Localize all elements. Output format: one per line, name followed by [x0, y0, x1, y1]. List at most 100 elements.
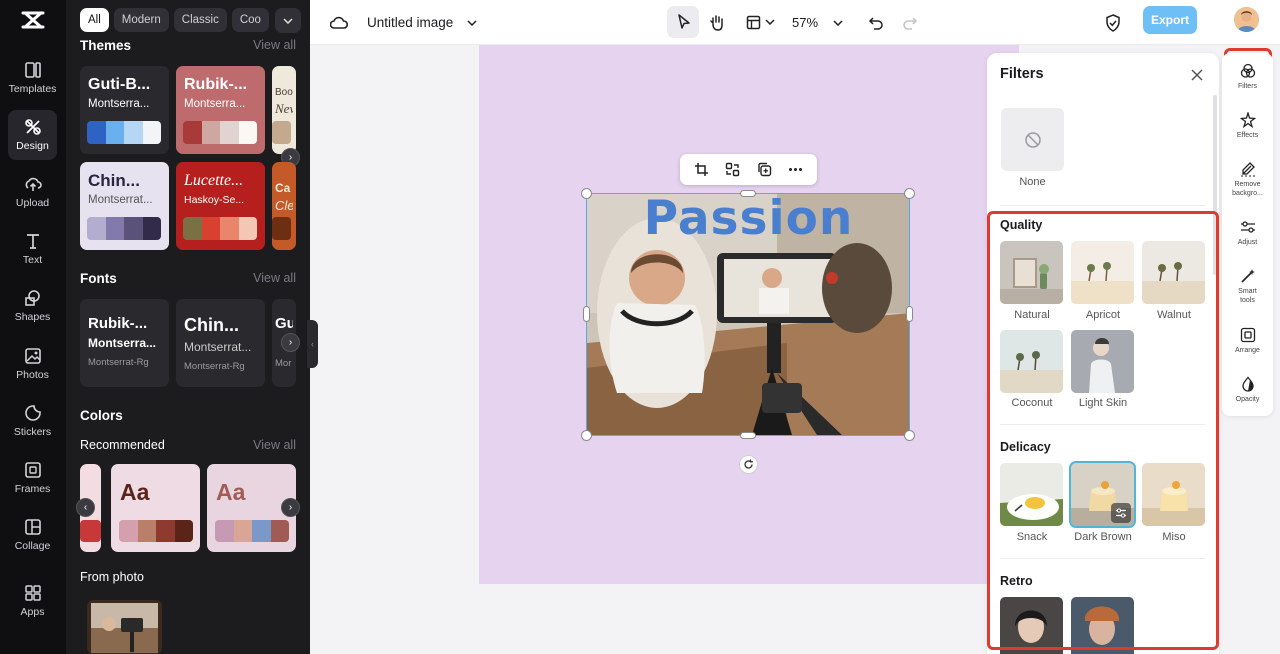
- resize-handle-top-right[interactable]: [904, 188, 915, 199]
- theme-card[interactable]: Rubik-... Montserra...: [176, 66, 265, 154]
- theme-swatches: [183, 217, 257, 240]
- from-photo-label: From photo: [80, 570, 144, 584]
- remove-background-icon: [1240, 162, 1255, 177]
- tool-filters[interactable]: Filters: [1222, 63, 1273, 92]
- duplicate-icon[interactable]: [757, 162, 772, 177]
- rail-item-photos[interactable]: Photos: [8, 339, 57, 389]
- theme-swatches: [87, 121, 161, 144]
- photos-icon: [24, 348, 41, 364]
- rotate-handle[interactable]: [739, 455, 758, 474]
- more-options-icon[interactable]: [788, 162, 803, 177]
- rail-item-stickers[interactable]: Stickers: [8, 396, 57, 446]
- zoom-level[interactable]: 57%: [792, 0, 818, 45]
- theme-card[interactable]: Lucette... Haskoy-Se...: [176, 162, 265, 250]
- layout-button[interactable]: [740, 6, 780, 38]
- shield-button[interactable]: [1105, 0, 1121, 45]
- theme-sub: Cle: [275, 198, 293, 213]
- theme-card[interactable]: Guti-B... Montserra...: [80, 66, 169, 154]
- title-dropdown[interactable]: [467, 0, 477, 45]
- rail-item-apps[interactable]: Apps: [8, 576, 57, 626]
- fonts-next-button[interactable]: ›: [281, 333, 300, 352]
- zoom-dropdown[interactable]: [833, 0, 843, 45]
- colors-next-button[interactable]: ›: [281, 498, 300, 517]
- select-tool-button[interactable]: [667, 6, 699, 38]
- rail-label-frames: Frames: [14, 483, 51, 495]
- redo-button[interactable]: [902, 0, 918, 45]
- tool-opacity[interactable]: Opacity: [1222, 376, 1273, 405]
- chip-cool[interactable]: Coo: [231, 8, 269, 32]
- resize-handle-right[interactable]: [906, 306, 913, 322]
- replace-icon[interactable]: [725, 162, 740, 177]
- themes-view-all[interactable]: View all: [253, 38, 296, 52]
- theme-sub: Montserra...: [184, 98, 246, 110]
- rail-item-text[interactable]: Text: [8, 224, 57, 274]
- theme-sub: Nev: [275, 101, 293, 116]
- undo-button[interactable]: [868, 0, 884, 45]
- capcut-logo-icon[interactable]: [20, 9, 46, 31]
- font-small: Montserrat-Rg: [184, 361, 245, 372]
- rail-item-templates[interactable]: Templates: [8, 53, 57, 103]
- fonts-view-all[interactable]: View all: [253, 271, 296, 285]
- theme-card[interactable]: Boo Nev: [272, 66, 296, 154]
- smart-tools-icon: [1240, 269, 1255, 283]
- filter-none[interactable]: [1001, 108, 1064, 171]
- rail-item-collage[interactable]: Collage: [8, 510, 57, 560]
- rail-label-collage: Collage: [14, 540, 51, 552]
- color-aa: Aa: [120, 479, 150, 505]
- document-title[interactable]: Untitled image: [367, 0, 453, 45]
- chip-classic[interactable]: Classic: [173, 8, 227, 32]
- rail-item-upload[interactable]: Upload: [8, 167, 57, 217]
- tool-remove-background-label: Remove backgro...: [1232, 181, 1263, 197]
- floating-toolbar: [680, 154, 817, 185]
- resize-handle-bottom-right[interactable]: [904, 430, 915, 441]
- tool-adjust[interactable]: Adjust: [1222, 219, 1273, 248]
- chip-modern[interactable]: Modern: [113, 8, 169, 32]
- colors-prev-button[interactable]: ‹: [76, 498, 95, 517]
- apps-icon: [24, 585, 41, 601]
- colors-view-all[interactable]: View all: [253, 438, 296, 452]
- close-icon[interactable]: [1189, 67, 1205, 83]
- hand-icon: [710, 14, 723, 31]
- resize-handle-bottom[interactable]: [740, 432, 756, 439]
- hand-tool-button[interactable]: [701, 6, 733, 38]
- cloud-save-button[interactable]: [330, 0, 348, 45]
- resize-handle-top-left[interactable]: [581, 188, 592, 199]
- rail-item-shapes[interactable]: Shapes: [8, 281, 57, 331]
- fonts-title: Fonts: [80, 271, 117, 286]
- panel-collapse-handle[interactable]: ‹: [307, 320, 318, 368]
- rail-label-templates: Templates: [8, 83, 57, 95]
- no-filter-icon: [1024, 131, 1041, 148]
- design-icon: [24, 119, 41, 135]
- chips-dropdown-button[interactable]: [275, 8, 301, 33]
- chevron-right-icon: ›: [288, 502, 293, 513]
- font-card[interactable]: Chin... Montserrat... Montserrat-Rg: [176, 299, 265, 387]
- from-photo-thumbnail[interactable]: [87, 600, 162, 654]
- resize-handle-top[interactable]: [740, 190, 756, 197]
- theme-title: Chin...: [88, 171, 140, 190]
- tool-remove-background[interactable]: Remove backgro...: [1222, 161, 1273, 198]
- redo-icon: [903, 16, 918, 30]
- theme-title: Ca: [275, 181, 291, 195]
- crop-icon[interactable]: [694, 162, 709, 177]
- avatar[interactable]: [1234, 7, 1259, 32]
- undo-icon: [868, 16, 883, 30]
- chip-all[interactable]: All: [80, 8, 109, 32]
- chevron-down-icon: [283, 17, 293, 24]
- export-button[interactable]: Export: [1143, 6, 1197, 34]
- theme-card[interactable]: Chin... Montserrat...: [80, 162, 169, 250]
- rail-label-photos: Photos: [16, 369, 49, 381]
- tool-smart-tools[interactable]: Smart tools: [1222, 268, 1273, 305]
- left-nav-rail: Templates Design Upload Text Shapes Phot…: [0, 0, 66, 654]
- rail-item-design[interactable]: Design: [8, 110, 57, 160]
- tool-effects-label: Effects: [1236, 132, 1259, 139]
- tool-effects[interactable]: Effects: [1222, 112, 1273, 141]
- font-card[interactable]: Rubik-... Montserra... Montserrat-Rg: [80, 299, 169, 387]
- theme-card[interactable]: Ca Cle: [272, 162, 296, 250]
- frames-icon: [24, 462, 41, 478]
- tool-arrange[interactable]: Arrange: [1222, 327, 1273, 356]
- rail-item-frames[interactable]: Frames: [8, 453, 57, 503]
- resize-handle-bottom-left[interactable]: [581, 430, 592, 441]
- resize-handle-left[interactable]: [583, 306, 590, 322]
- color-card[interactable]: Aa: [111, 464, 200, 552]
- collage-icon: [24, 519, 41, 535]
